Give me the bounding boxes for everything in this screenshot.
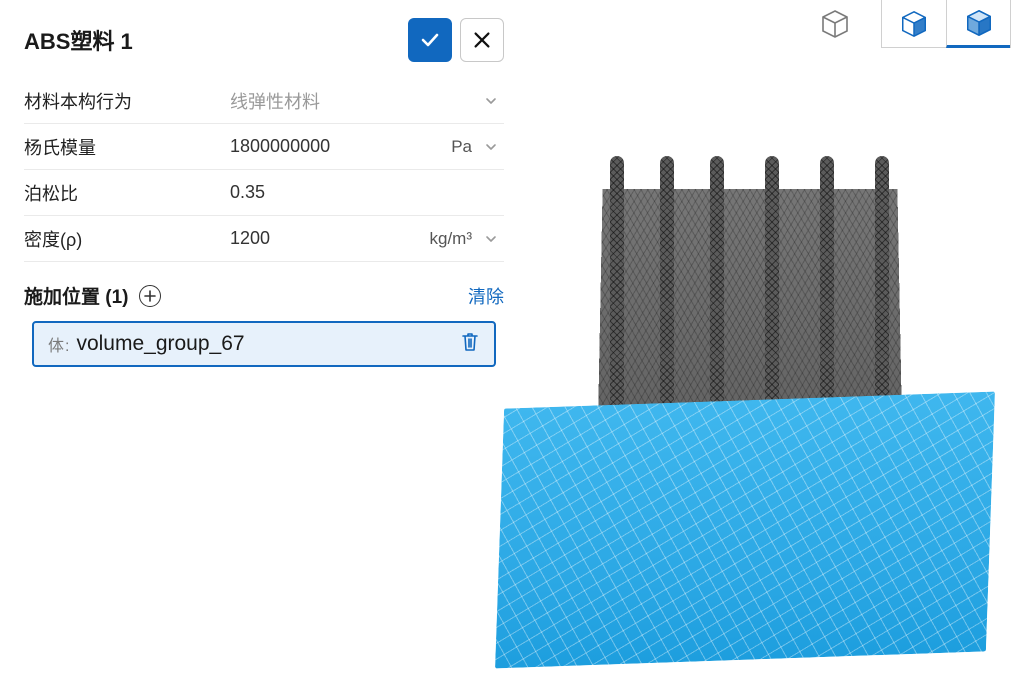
chevron-down-icon[interactable] bbox=[482, 230, 500, 248]
property-value-field[interactable]: 线弹性材料 bbox=[230, 88, 504, 114]
property-label: 密度(ρ) bbox=[24, 226, 230, 252]
trash-icon bbox=[460, 331, 480, 353]
plus-icon bbox=[144, 290, 156, 302]
confirm-button[interactable] bbox=[408, 18, 452, 62]
mesh-base-plate bbox=[495, 392, 995, 669]
property-value: 0.35 bbox=[230, 182, 504, 203]
3d-viewport[interactable] bbox=[480, 160, 1000, 680]
property-value: 1800000000 bbox=[230, 136, 451, 157]
property-unit: Pa bbox=[451, 137, 472, 157]
property-label: 材料本构行为 bbox=[24, 88, 230, 114]
close-icon bbox=[471, 29, 493, 51]
close-button[interactable] bbox=[460, 18, 504, 62]
assignment-item[interactable]: 体: volume_group_67 bbox=[32, 321, 496, 367]
cube-view-icon[interactable] bbox=[819, 8, 851, 45]
property-label: 泊松比 bbox=[24, 180, 230, 206]
property-value-field[interactable]: 1800000000Pa bbox=[230, 136, 504, 157]
property-label: 杨氏模量 bbox=[24, 134, 230, 160]
property-row: 密度(ρ)1200kg/m³ bbox=[24, 216, 504, 262]
property-value: 线弹性材料 bbox=[230, 88, 482, 114]
delete-assignment-button[interactable] bbox=[460, 331, 480, 358]
property-value: 1200 bbox=[230, 228, 430, 249]
material-properties-panel: ABS塑料 1 材料本构行为线弹性材料杨氏模量1800000000Pa泊松比0.… bbox=[12, 4, 516, 373]
property-row: 材料本构行为线弹性材料 bbox=[24, 78, 504, 124]
chevron-down-icon[interactable] bbox=[482, 138, 500, 156]
view-mode-shaded-edges-button[interactable] bbox=[946, 0, 1010, 48]
assignment-prefix: 体: bbox=[48, 332, 70, 356]
chevron-down-icon[interactable] bbox=[482, 92, 500, 110]
property-row: 杨氏模量1800000000Pa bbox=[24, 124, 504, 170]
property-value-field[interactable]: 0.35 bbox=[230, 182, 504, 203]
clear-assignment-link[interactable]: 清除 bbox=[468, 283, 504, 309]
assignment-title: 施加位置 (1) bbox=[24, 282, 129, 309]
property-value-field[interactable]: 1200kg/m³ bbox=[230, 228, 504, 249]
panel-title: ABS塑料 1 bbox=[24, 24, 400, 56]
view-mode-shaded-button[interactable] bbox=[882, 0, 946, 48]
property-unit: kg/m³ bbox=[430, 229, 473, 249]
assignment-name: volume_group_67 bbox=[76, 332, 244, 356]
add-assignment-button[interactable] bbox=[139, 285, 161, 307]
property-row: 泊松比0.35 bbox=[24, 170, 504, 216]
check-icon bbox=[418, 28, 442, 52]
